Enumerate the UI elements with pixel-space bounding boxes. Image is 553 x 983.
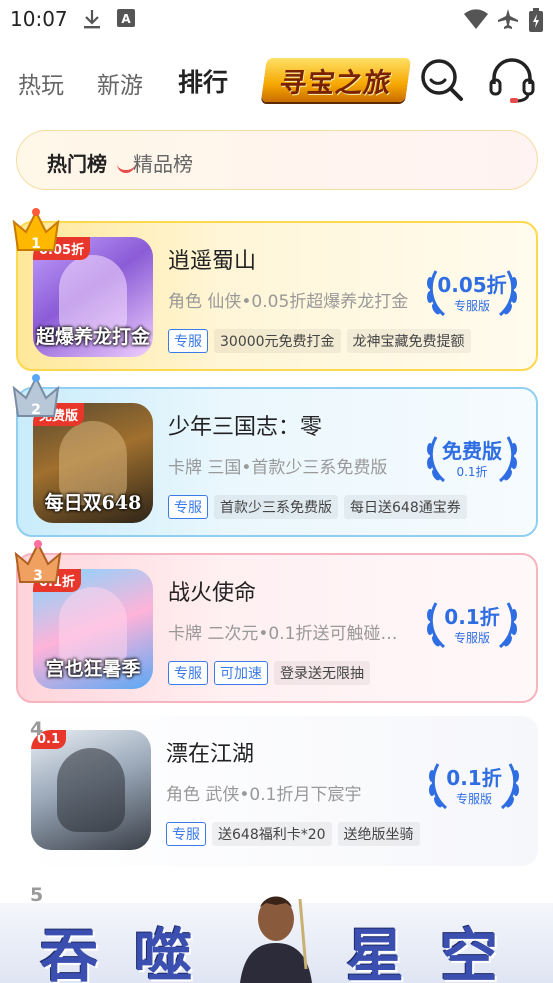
tab-hot-ranking[interactable]: 热门榜 [47, 148, 107, 177]
tag-list: 专服 30000元免费打金 龙神宝藏免费提额 [168, 329, 471, 353]
tag: 送绝版坐骑 [337, 822, 420, 846]
discount-award-badge: 免费版 0.1折 [422, 427, 522, 491]
game-card[interactable]: 免费版 每日双648 少年三国志：零 卡牌 三国•首款少三系免费版 专服 首款少… [16, 387, 538, 537]
rank-number: 4 [30, 718, 44, 740]
headset-icon[interactable] [488, 56, 536, 104]
crown-rank-2-icon: 2 [10, 374, 62, 424]
tag: 每日送648通宝券 [344, 495, 467, 519]
award-sub-text: 专服版 [453, 299, 490, 313]
banner-char: 噬 [134, 922, 193, 983]
rank-number: 1 [31, 236, 41, 252]
discount-award-badge: 0.1折 专服版 [424, 754, 524, 818]
thumbnail-text: 超爆养龙打金 [35, 326, 150, 348]
thumbnail-art [57, 748, 125, 832]
tag: 龙神宝藏免费提额 [346, 329, 471, 353]
tab-hot[interactable]: 热玩 [18, 66, 64, 100]
game-title: 逍遥蜀山 [168, 249, 257, 274]
award-main-text: 0.1折 [446, 766, 502, 790]
rank-number: 3 [33, 568, 43, 584]
discount-award-badge: 0.1折 专服版 [422, 593, 522, 657]
download-icon [82, 8, 102, 34]
svg-text:A: A [121, 12, 131, 26]
crown-rank-3-icon: 3 [12, 540, 64, 590]
rank-number: 2 [31, 402, 41, 418]
crown-rank-1-icon: 1 [10, 208, 62, 258]
game-title: 少年三国志：零 [168, 415, 323, 440]
thumbnail-text: 宫也狂暑季 [45, 658, 141, 680]
award-sub-text: 0.1折 [456, 465, 488, 479]
game-card[interactable]: 0.1折 宫也狂暑季 战火使命 卡牌 二次元•0.1折送可触碰皮肤 专服 可加速… [16, 553, 538, 703]
game-description: 角色 仙侠•0.05折超爆养龙打金 [168, 292, 409, 312]
award-main-text: 0.05折 [437, 273, 507, 297]
tag: 专服 [168, 329, 208, 353]
tag: 专服 [168, 661, 208, 685]
tag: 可加速 [214, 661, 268, 685]
treasure-hunt-logo[interactable]: 寻宝之旅 [260, 58, 412, 102]
award-main-text: 免费版 [442, 439, 502, 463]
top-nav: 热玩 新游 排行 寻宝之旅 [0, 48, 553, 110]
game-thumbnail: 0.1 [31, 730, 151, 850]
ranking-switcher: 热门榜 精品榜 [16, 130, 538, 190]
promo-banner[interactable]: 吞 噬 星 空 [0, 896, 553, 983]
banner-char: 吞 [40, 922, 99, 983]
tag: 30000元免费打金 [214, 329, 341, 353]
game-card[interactable]: 0.1 漂在江湖 角色 武侠•0.1折月下宸宇 专服 送648福利卡*20 送绝… [16, 716, 538, 866]
thumbnail-text: 每日双648 [44, 492, 142, 514]
game-description: 卡牌 二次元•0.1折送可触碰皮肤 [168, 624, 414, 644]
award-sub-text: 专服版 [453, 631, 490, 645]
airplane-icon [497, 8, 519, 34]
tab-premium-ranking[interactable]: 精品榜 [133, 148, 193, 177]
game-description: 卡牌 三国•首款少三系免费版 [168, 458, 388, 478]
status-time: 10:07 [10, 7, 68, 31]
tag-list: 专服 可加速 登录送无限抽 [168, 661, 370, 685]
battery-icon [529, 8, 543, 36]
award-sub-text: 专服版 [455, 792, 492, 806]
game-title: 战火使命 [168, 581, 257, 606]
banner-char: 星 [346, 922, 405, 983]
tag: 送648福利卡*20 [212, 822, 332, 846]
game-card[interactable]: 0.05折 超爆养龙打金 逍遥蜀山 角色 仙侠•0.05折超爆养龙打金 专服 3… [16, 221, 538, 371]
search-icon[interactable] [418, 56, 466, 104]
logo-text: 寻宝之旅 [277, 67, 394, 99]
tag: 专服 [166, 822, 206, 846]
award-main-text: 0.1折 [444, 605, 500, 629]
discount-award-badge: 0.05折 专服版 [422, 261, 522, 325]
banner-character-image [230, 889, 322, 983]
tag: 登录送无限抽 [274, 661, 370, 685]
tab-new[interactable]: 新游 [97, 66, 143, 100]
tab-ranking[interactable]: 排行 [178, 63, 228, 99]
tag-list: 专服 首款少三系免费版 每日送648通宝券 [168, 495, 467, 519]
status-bar: 10:07 A [0, 0, 553, 38]
game-title: 漂在江湖 [166, 742, 255, 767]
tag: 专服 [168, 495, 208, 519]
tag: 首款少三系免费版 [214, 495, 338, 519]
banner-char: 空 [440, 922, 499, 983]
translate-icon: A [116, 8, 136, 32]
game-description: 角色 武侠•0.1折月下宸宇 [166, 785, 362, 805]
tag-list: 专服 送648福利卡*20 送绝版坐骑 [166, 822, 420, 846]
wifi-icon [463, 8, 489, 34]
